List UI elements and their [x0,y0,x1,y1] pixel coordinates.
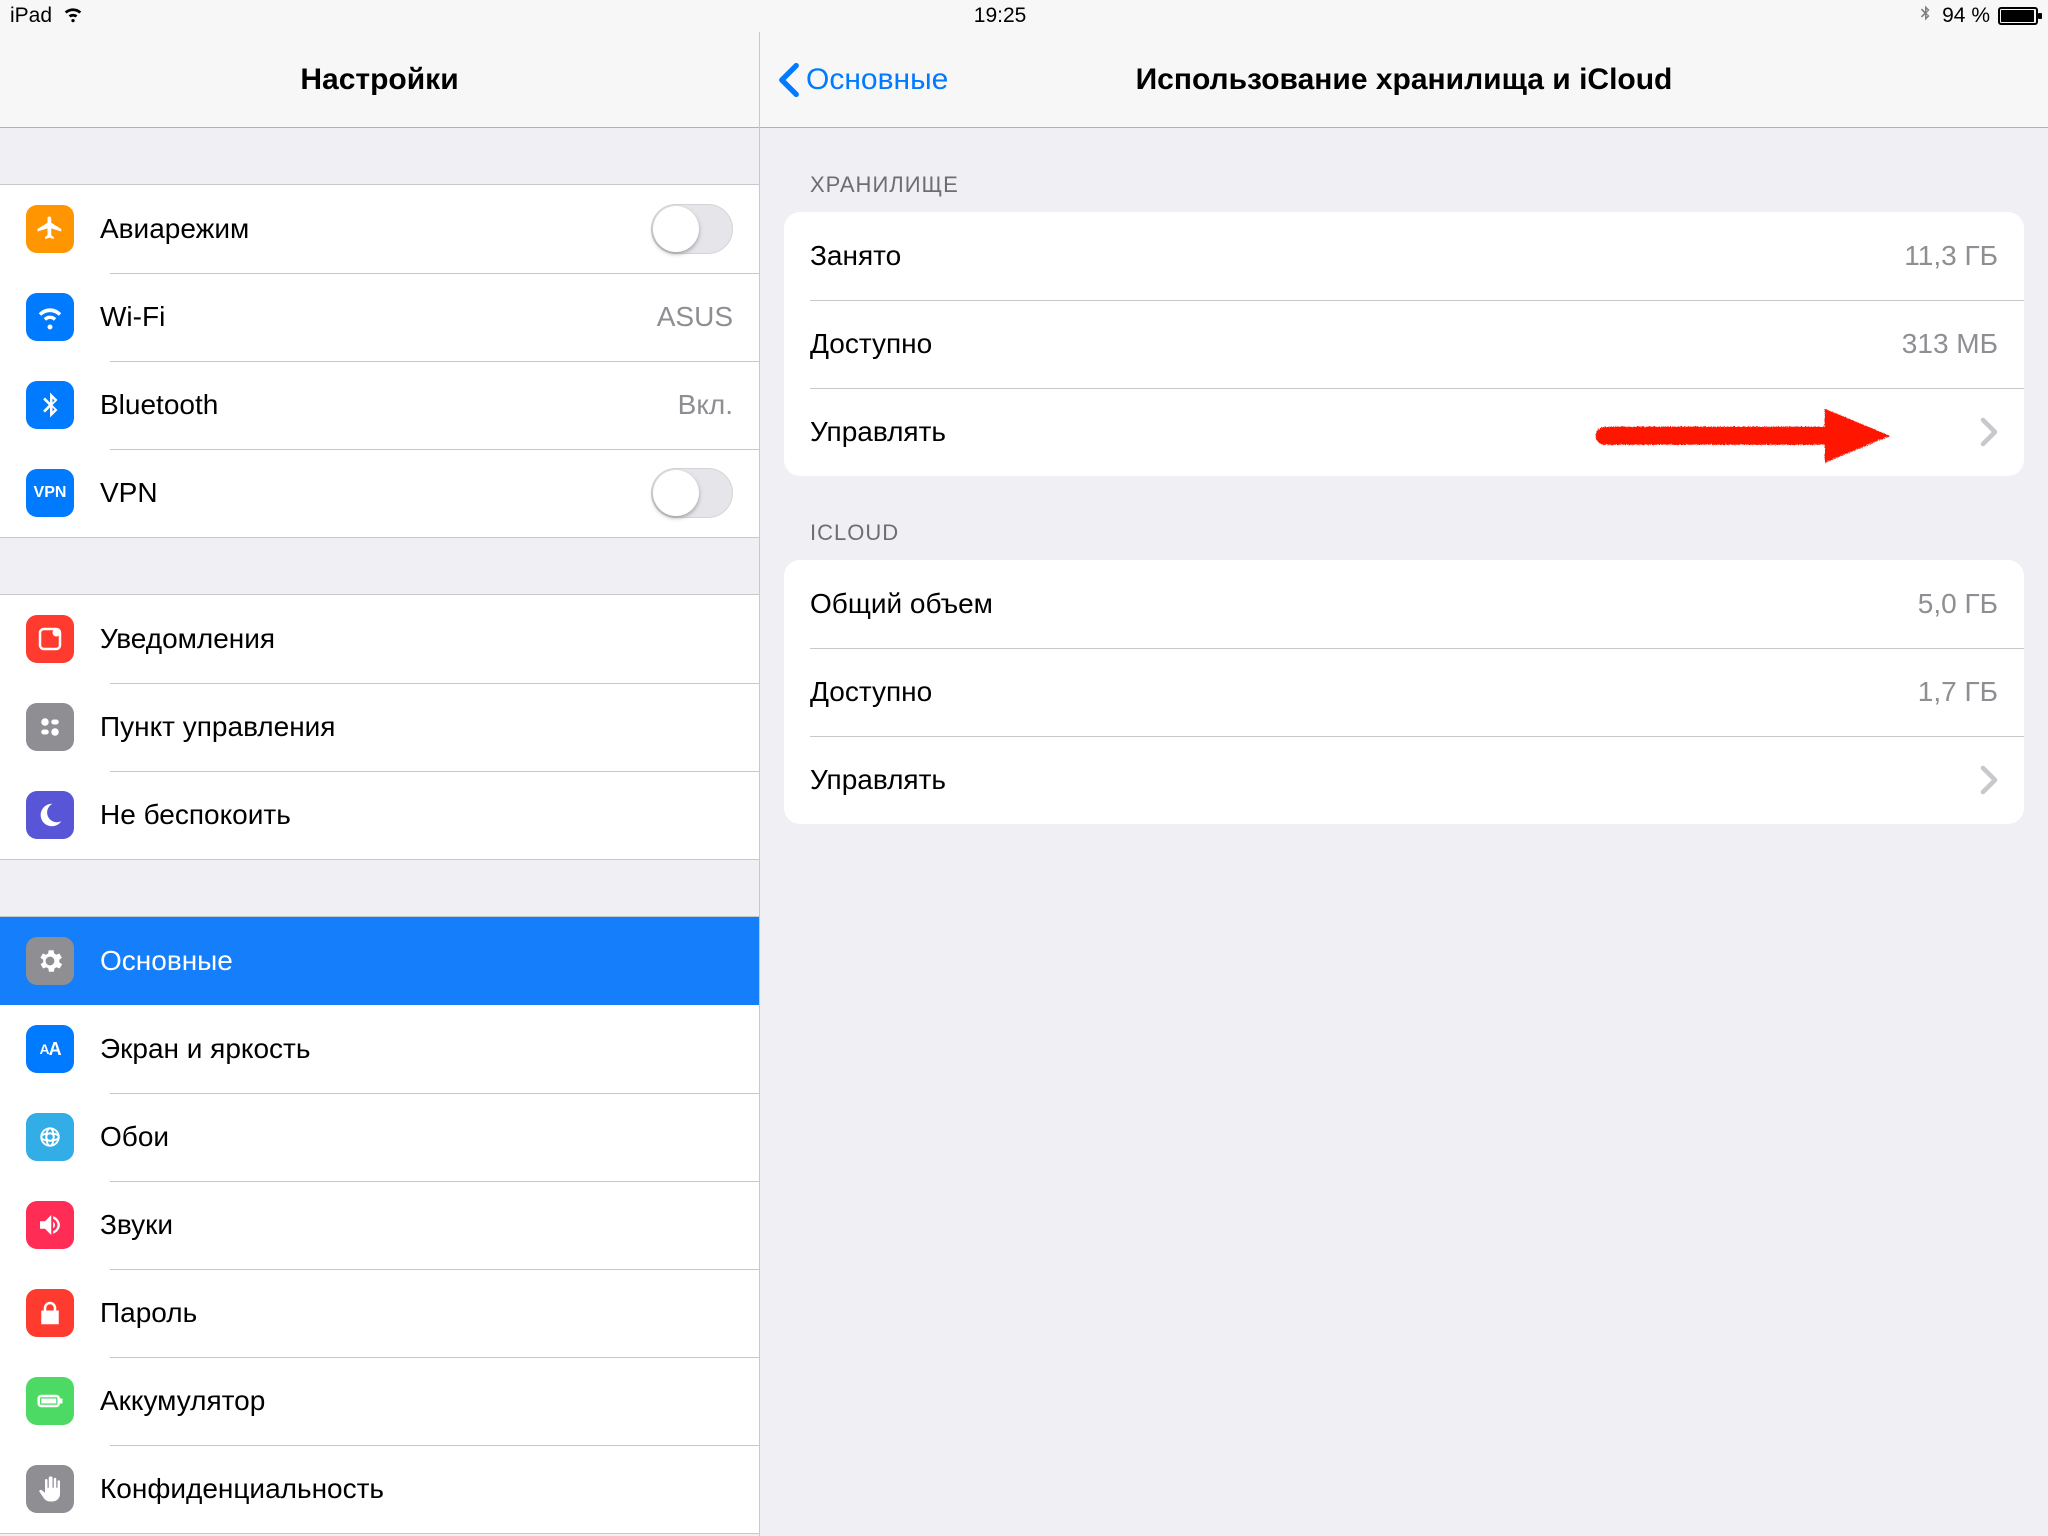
row-label: Авиарежим [100,213,651,245]
row-label: Управлять [810,764,1964,796]
row-label: Основные [100,945,733,977]
chevron-left-icon [778,62,800,98]
sidebar-item-wifi[interactable]: Wi-Fi ASUS [0,273,759,361]
sidebar-item-battery[interactable]: Аккумулятор [0,1357,759,1445]
sidebar-item-dnd[interactable]: Не беспокоить [0,771,759,859]
back-button[interactable]: Основные [778,62,948,98]
row-label: Пункт управления [100,711,733,743]
row-label: Аккумулятор [100,1385,733,1417]
row-label: Доступно [810,328,1902,360]
row-label: Обои [100,1121,733,1153]
lock-icon [26,1289,74,1337]
sidebar-item-airplane[interactable]: Авиарежим [0,185,759,273]
hand-icon [26,1465,74,1513]
notifications-icon [26,615,74,663]
sidebar-item-passcode[interactable]: Пароль [0,1269,759,1357]
storage-manage-row[interactable]: Управлять [784,388,2024,476]
wallpaper-icon [26,1113,74,1161]
bluetooth-icon [1916,4,1934,28]
row-value: Вкл. [678,389,733,421]
icloud-panel: Общий объем 5,0 ГБ Доступно 1,7 ГБ Управ… [784,560,2024,824]
battery-pct: 94 % [1942,4,1990,28]
row-label: VPN [100,477,651,509]
bluetooth-icon [26,381,74,429]
control-center-icon [26,703,74,751]
row-value: ASUS [657,301,733,333]
sidebar-item-control-center[interactable]: Пункт управления [0,683,759,771]
wifi-icon [26,293,74,341]
airplane-switch[interactable] [651,204,733,254]
battery-icon [1998,7,2038,25]
section-header-icloud: ICLOUD [760,476,2048,560]
display-icon: AA [26,1025,74,1073]
device-label: iPad [10,4,52,28]
sidebar-item-wallpaper[interactable]: Обои [0,1093,759,1181]
back-label: Основные [806,63,948,97]
row-label: Экран и яркость [100,1033,733,1065]
vpn-icon: VPN [26,469,74,517]
row-label: Не беспокоить [100,799,733,831]
row-label: Уведомления [100,623,733,655]
row-label: Wi-Fi [100,301,657,333]
gear-icon [26,937,74,985]
sidebar-item-sounds[interactable]: Звуки [0,1181,759,1269]
row-label: Общий объем [810,588,1918,620]
storage-available-row: Доступно 313 МБ [784,300,2024,388]
time-label: 19:25 [974,4,1027,28]
vpn-switch[interactable] [651,468,733,518]
row-label: Управлять [810,416,1964,448]
row-label: Занято [810,240,1904,272]
row-value: 313 МБ [1902,328,1998,360]
storage-used-row: Занято 11,3 ГБ [784,212,2024,300]
row-value: 11,3 ГБ [1904,240,1998,272]
row-label: Bluetooth [100,389,678,421]
section-header-storage: ХРАНИЛИЩЕ [760,128,2048,212]
settings-sidebar: Настройки Авиарежим Wi-Fi ASUS Bluetooth [0,32,760,1536]
detail-header: Основные Использование хранилища и iClou… [760,32,2048,128]
chevron-right-icon [1980,417,1998,447]
row-label: Пароль [100,1297,733,1329]
sidebar-item-general[interactable]: Основные [0,917,759,1005]
airplane-icon [26,205,74,253]
row-value: 5,0 ГБ [1918,588,1998,620]
dnd-icon [26,791,74,839]
icloud-manage-row[interactable]: Управлять [784,736,2024,824]
sidebar-header: Настройки [0,32,759,128]
row-label: Звуки [100,1209,733,1241]
sidebar-item-notifications[interactable]: Уведомления [0,595,759,683]
sidebar-item-privacy[interactable]: Конфиденциальность [0,1445,759,1533]
icloud-total-row: Общий объем 5,0 ГБ [784,560,2024,648]
battery-icon [26,1377,74,1425]
icloud-available-row: Доступно 1,7 ГБ [784,648,2024,736]
sidebar-item-display[interactable]: AA Экран и яркость [0,1005,759,1093]
sidebar-item-vpn[interactable]: VPN VPN [0,449,759,537]
detail-pane: Основные Использование хранилища и iClou… [760,32,2048,1536]
wifi-icon [62,2,84,30]
storage-panel: Занято 11,3 ГБ Доступно 313 МБ Уп [784,212,2024,476]
sidebar-title: Настройки [300,63,458,97]
chevron-right-icon [1980,765,1998,795]
sounds-icon [26,1201,74,1249]
row-label: Доступно [810,676,1918,708]
row-value: 1,7 ГБ [1918,676,1998,708]
sidebar-item-bluetooth[interactable]: Bluetooth Вкл. [0,361,759,449]
status-bar: iPad 19:25 94 % [0,0,2048,32]
row-label: Конфиденциальность [100,1473,733,1505]
detail-title: Использование хранилища и iCloud [1136,63,1673,97]
